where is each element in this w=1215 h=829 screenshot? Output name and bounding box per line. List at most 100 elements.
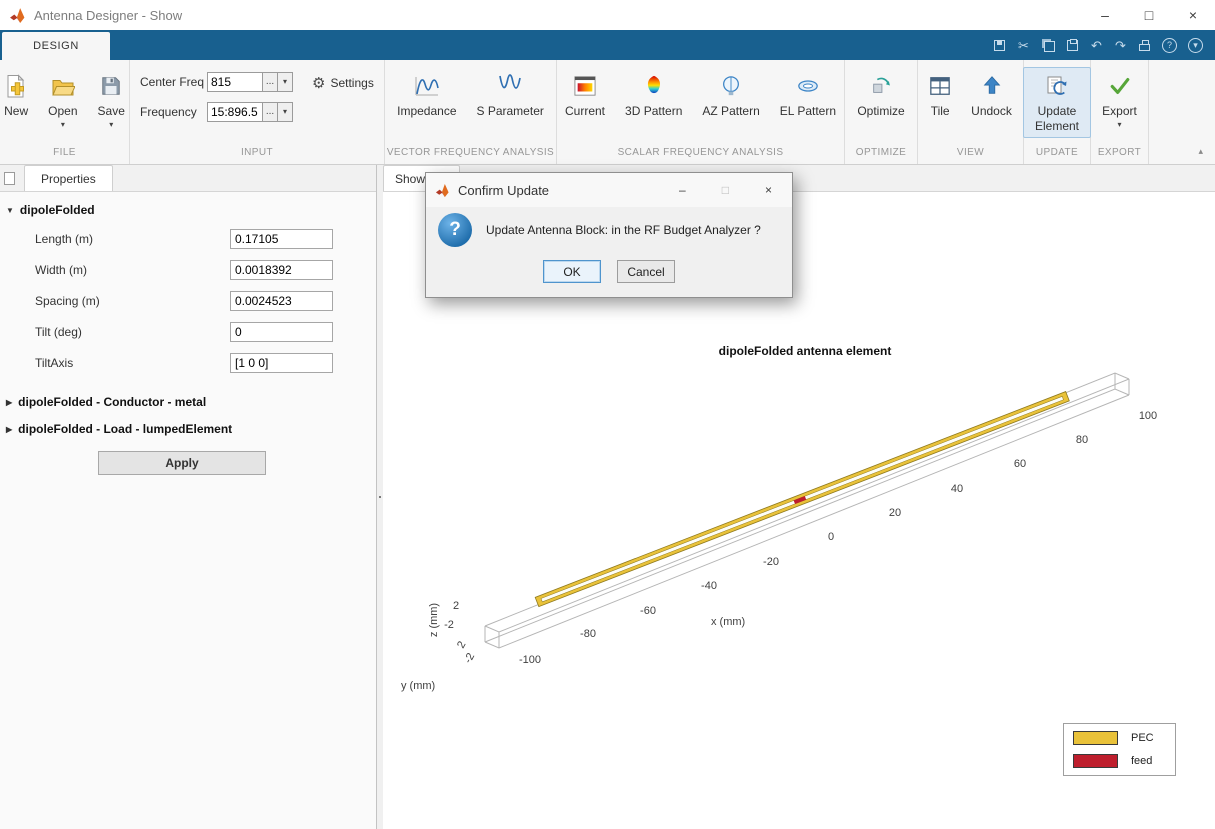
x-tick: 80 <box>1076 434 1088 446</box>
y-tick: -2 <box>462 651 477 665</box>
tile-button[interactable]: Tile <box>921 67 959 122</box>
ok-button[interactable]: OK <box>543 260 601 283</box>
optimize-button[interactable]: Optimize <box>849 67 912 122</box>
x-axis-label: x (mm) <box>711 616 745 628</box>
open-button[interactable]: Open ▾ <box>40 67 85 133</box>
legend-row-feed: feed <box>1073 754 1166 768</box>
property-row-tilt: Tilt (deg) <box>6 322 366 342</box>
el-pattern-button[interactable]: EL Pattern <box>772 67 844 122</box>
property-row-spacing: Spacing (m) <box>6 291 366 311</box>
center-freq-dropdown[interactable]: ▾ <box>278 71 293 92</box>
x-tick: 0 <box>828 531 834 543</box>
center-freq-input[interactable] <box>207 71 263 92</box>
chevron-down-icon: ▾ <box>60 120 65 129</box>
minimize-button[interactable]: – <box>1083 0 1127 30</box>
properties-tab-bar: Properties <box>0 165 376 192</box>
undock-button[interactable]: Undock <box>963 67 1020 122</box>
tilt-label: Tilt (deg) <box>35 325 82 339</box>
group-conductor-label: dipoleFolded - Conductor - metal <box>18 395 207 409</box>
properties-tab-label: Properties <box>41 171 96 186</box>
dialog-message: Update Antenna Block: in the RF Budget A… <box>486 223 761 237</box>
print-icon[interactable] <box>1138 37 1151 53</box>
section-export: Export ▾ EXPORT <box>1091 60 1149 164</box>
spacing-input[interactable] <box>230 291 333 311</box>
current-button[interactable]: Current <box>557 67 613 122</box>
dialog-close-button[interactable]: × <box>765 183 772 197</box>
dialog-minimize-button[interactable]: – <box>679 183 686 197</box>
apply-button[interactable]: Apply <box>98 451 266 475</box>
tab-design[interactable]: DESIGN <box>2 32 110 60</box>
chevron-down-icon: ▾ <box>109 120 114 129</box>
dialog-title: Confirm Update <box>458 182 550 198</box>
save-button[interactable]: Save ▾ <box>90 67 133 133</box>
splitter-handle-dot <box>379 496 381 498</box>
group-load-label: dipoleFolded - Load - lumpedElement <box>18 422 233 436</box>
z-tick: -2 <box>444 619 454 631</box>
collapse-toolstrip-icon[interactable]: ▴ <box>1198 146 1203 157</box>
z-axis-label: z (mm) <box>428 603 440 637</box>
y-axis-label: y (mm) <box>401 680 435 692</box>
update-refresh-icon <box>1045 71 1069 101</box>
toolbar-options-icon[interactable]: ▾ <box>1188 37 1203 53</box>
impedance-button[interactable]: Impedance <box>389 67 464 122</box>
pattern-3d-icon <box>643 71 665 101</box>
chevron-down-icon: ▾ <box>282 77 287 86</box>
frequency-input[interactable] <box>207 101 263 122</box>
dialog-titlebar[interactable]: Confirm Update – □ × <box>426 173 792 207</box>
plot-title: dipoleFolded antenna element <box>719 344 892 358</box>
window-controls: – □ × <box>1083 0 1215 30</box>
paste-icon[interactable] <box>1066 37 1079 53</box>
undo-icon[interactable]: ↶ <box>1090 37 1103 53</box>
copy-icon[interactable] <box>1041 37 1055 53</box>
property-row-length: Length (m) <box>6 229 366 249</box>
optimize-label: Optimize <box>857 104 905 118</box>
close-button[interactable]: × <box>1171 0 1215 30</box>
section-scalar-analysis: Current 3D Pattern AZ Pattern EL Pattern… <box>557 60 845 164</box>
frequency-dropdown[interactable]: ▾ <box>278 101 293 122</box>
group-dipolefolded[interactable]: ▼ dipoleFolded <box>6 203 366 217</box>
cancel-button[interactable]: Cancel <box>617 260 675 283</box>
window-title: Antenna Designer - Show <box>34 7 183 23</box>
export-button[interactable]: Export ▾ <box>1094 67 1145 133</box>
pec-swatch <box>1073 731 1118 745</box>
antenna-designer-window: Antenna Designer - Show – □ × DESIGN ✂ ↶… <box>0 0 1215 829</box>
section-label-view: VIEW <box>956 147 985 158</box>
update-element-button[interactable]: Update Element <box>1023 67 1091 138</box>
width-label: Width (m) <box>35 263 87 277</box>
section-vector-analysis: Impedance S Parameter VECTOR FREQUENCY A… <box>385 60 557 164</box>
expanded-triangle-icon: ▼ <box>6 205 14 215</box>
redo-icon[interactable]: ↷ <box>1114 37 1127 53</box>
matlab-logo-icon <box>9 7 26 24</box>
open-label: Open <box>48 104 78 118</box>
length-input[interactable] <box>230 229 333 249</box>
save-icon[interactable] <box>993 37 1006 53</box>
section-label-export: EXPORT <box>1097 147 1142 158</box>
center-freq-browse-button[interactable]: ... <box>263 71 278 92</box>
property-row-width: Width (m) <box>6 260 366 280</box>
x-tick: -40 <box>701 580 717 592</box>
az-pattern-button[interactable]: AZ Pattern <box>694 67 767 122</box>
section-optimize: Optimize OPTIMIZE <box>845 60 918 164</box>
tilt-input[interactable] <box>230 322 333 342</box>
maximize-button[interactable]: □ <box>1127 0 1171 30</box>
cut-icon[interactable]: ✂ <box>1017 37 1030 53</box>
settings-button[interactable]: ⚙ Settings <box>312 73 374 93</box>
new-document-icon <box>4 71 28 101</box>
x-tick: -100 <box>519 654 541 666</box>
optimize-icon <box>869 71 893 101</box>
help-icon[interactable]: ? <box>1162 37 1177 53</box>
width-input[interactable] <box>230 260 333 280</box>
s-parameter-button[interactable]: S Parameter <box>469 67 552 122</box>
tab-properties[interactable]: Properties <box>24 165 113 191</box>
group-conductor[interactable]: ▶ dipoleFolded - Conductor - metal <box>6 395 366 409</box>
frequency-browse-button[interactable]: ... <box>263 101 278 122</box>
tiltaxis-input[interactable] <box>230 353 333 373</box>
group-load[interactable]: ▶ dipoleFolded - Load - lumpedElement <box>6 422 366 436</box>
x-tick: -80 <box>580 628 596 640</box>
new-button[interactable]: New <box>0 67 36 122</box>
x-tick: 20 <box>889 507 901 519</box>
pattern-3d-button[interactable]: 3D Pattern <box>617 67 690 122</box>
s-parameter-plot-icon <box>497 71 523 101</box>
x-tick: -60 <box>640 605 656 617</box>
undock-arrow-icon <box>981 71 1003 101</box>
